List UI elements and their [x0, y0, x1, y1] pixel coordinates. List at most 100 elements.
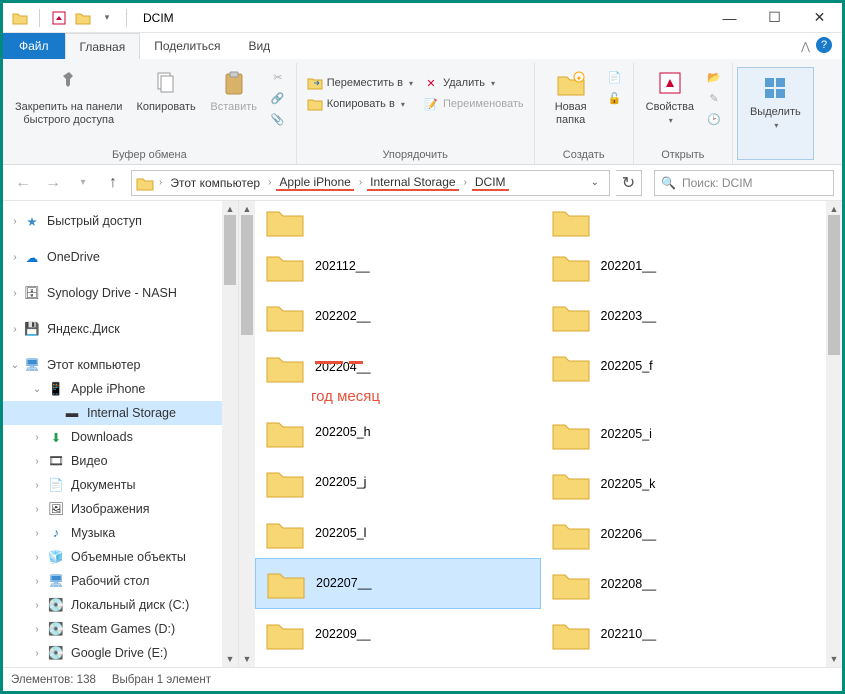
open-button[interactable]: 📂 — [702, 67, 726, 87]
collapse-ribbon-button[interactable]: ⋀ — [801, 40, 810, 53]
close-button[interactable]: ✕ — [797, 3, 842, 33]
file-tab[interactable]: Файл — [3, 33, 65, 59]
folder-item[interactable]: 202202__ — [255, 291, 541, 341]
bc-iphone[interactable]: Apple iPhone — [276, 175, 353, 191]
folder-item[interactable]: 202205_l — [255, 508, 541, 558]
folder-item[interactable]: 202208__ — [541, 559, 827, 609]
chevron-icon[interactable]: › — [265, 177, 274, 188]
folder-item-selected[interactable]: 202207__ — [255, 558, 541, 609]
chevron-icon[interactable]: › — [156, 177, 165, 188]
folder-item[interactable]: 202203__ — [541, 291, 827, 341]
refresh-button[interactable]: ↻ — [616, 170, 642, 196]
folder-item[interactable]: 202112__ — [255, 241, 541, 291]
bc-thispc[interactable]: Этот компьютер — [167, 176, 263, 190]
chevron-icon[interactable]: › — [356, 177, 365, 188]
view-tab[interactable]: Вид — [234, 33, 284, 59]
folder-item[interactable]: 202210__ — [541, 609, 827, 659]
rename-button[interactable]: 📝Переименовать — [419, 94, 528, 114]
copy-to-button[interactable]: Копировать в▾ — [303, 94, 417, 114]
sidebar-item-documents[interactable]: ›📄Документы — [3, 473, 238, 497]
move-to-button[interactable]: Переместить в▾ — [303, 73, 417, 93]
bc-dcim[interactable]: DCIM — [472, 175, 509, 191]
scrollbar-thumb[interactable] — [241, 215, 253, 335]
left-scrollbar[interactable]: ▲ ▼ — [239, 201, 255, 667]
folder-list[interactable]: 202112__ 202202__ 202204__ год месяц 202… — [255, 201, 826, 667]
storage-icon: ▬ — [63, 404, 81, 422]
delete-button[interactable]: ✕Удалить▾ — [419, 73, 528, 93]
title-text: DCIM — [143, 11, 174, 25]
minimize-button[interactable]: — — [707, 3, 752, 33]
easy-access-button[interactable]: 🔓 — [603, 88, 627, 108]
history-button[interactable]: 🕑 — [702, 109, 726, 129]
back-button[interactable]: ← — [11, 171, 35, 195]
cut-button[interactable]: ✂ — [266, 67, 290, 87]
scroll-down-icon[interactable]: ▼ — [222, 651, 238, 667]
copy-path-button[interactable]: 🔗 — [266, 88, 290, 108]
folder-small-icon[interactable] — [74, 9, 92, 27]
sidebar-item-music[interactable]: ›♪Музыка — [3, 521, 238, 545]
pin-quickaccess-button[interactable]: Закрепить на панели быстрого доступа — [9, 63, 128, 131]
folder-icon — [551, 299, 591, 333]
bc-internal[interactable]: Internal Storage — [367, 175, 458, 191]
folder-item[interactable] — [541, 209, 827, 241]
separator — [39, 9, 40, 27]
column-2: 202201__ 202203__ 202205_f 202205_i 2022… — [541, 209, 827, 659]
navigation-pane[interactable]: ›★Быстрый доступ ›☁OneDrive ›🗄Synology D… — [3, 201, 239, 667]
folder-item[interactable]: 202209__ — [255, 609, 541, 659]
folder-item[interactable] — [255, 209, 541, 241]
recent-dropdown[interactable]: ▾ — [71, 171, 95, 195]
scroll-down-icon[interactable]: ▼ — [826, 651, 842, 667]
sidebar-item-disk-c[interactable]: ›💽Локальный диск (C:) — [3, 593, 238, 617]
right-scrollbar[interactable]: ▲ ▼ — [826, 201, 842, 667]
sidebar-item-quickaccess[interactable]: ›★Быстрый доступ — [3, 209, 238, 233]
sidebar-item-iphone[interactable]: ⌄📱Apple iPhone — [3, 377, 238, 401]
folder-item[interactable]: 202204__ — [255, 341, 541, 391]
sidebar-item-pictures[interactable]: ›🖼Изображения — [3, 497, 238, 521]
sidebar-item-synology[interactable]: ›🗄Synology Drive - NASH — [3, 281, 238, 305]
scroll-down-icon[interactable]: ▼ — [239, 651, 255, 667]
new-group: ✦ Новая папка 📄 🔓 Создать — [535, 63, 634, 164]
share-tab[interactable]: Поделиться — [140, 33, 234, 59]
folder-item[interactable]: 202205_f — [541, 341, 827, 391]
scrollbar-thumb[interactable] — [828, 215, 840, 355]
properties-button[interactable]: Свойства ▾ — [640, 63, 700, 130]
folder-item[interactable]: 202206__ — [541, 509, 827, 559]
sidebar-item-desktop[interactable]: ›🖥Рабочий стол — [3, 569, 238, 593]
folder-item[interactable]: 202205_j — [255, 457, 541, 507]
sidebar-item-disk-g[interactable]: ›💽Локальный диск (G:) — [3, 665, 238, 667]
maximize-button[interactable]: ☐ — [752, 3, 797, 33]
help-button[interactable]: ? — [816, 37, 832, 53]
new-item-button[interactable]: 📄 — [603, 67, 627, 87]
sidebar-item-disk-e[interactable]: ›💽Google Drive (E:) — [3, 641, 238, 665]
sidebar-item-yandex[interactable]: ›💾Яндекс.Диск — [3, 317, 238, 341]
sidebar-item-thispc[interactable]: ⌄🖥Этот компьютер — [3, 353, 238, 377]
folder-item[interactable]: 202205_i — [541, 409, 827, 459]
paste-shortcut-button[interactable]: 📎 — [266, 109, 290, 129]
home-tab[interactable]: Главная — [65, 33, 141, 59]
copy-button[interactable]: Копировать — [130, 63, 201, 118]
sidebar-item-video[interactable]: ›🎞Видео — [3, 449, 238, 473]
new-folder-button[interactable]: ✦ Новая папка — [541, 63, 601, 131]
chevron-icon[interactable]: › — [461, 177, 470, 188]
breadcrumb-dropdown[interactable]: ⌄ — [585, 177, 605, 188]
folder-item[interactable]: 202205_h — [255, 407, 541, 457]
forward-button[interactable]: → — [41, 171, 65, 195]
select-all-button[interactable]: Выделить ▾ — [744, 68, 807, 135]
search-input[interactable]: 🔍 Поиск: DCIM — [654, 170, 834, 196]
sidebar-item-disk-d[interactable]: ›💽Steam Games (D:) — [3, 617, 238, 641]
breadcrumb[interactable]: › Этот компьютер › Apple iPhone › Intern… — [131, 170, 610, 196]
properties-icon[interactable] — [50, 9, 68, 27]
sidebar-item-3dobjects[interactable]: ›🧊Объемные объекты — [3, 545, 238, 569]
copyto-icon — [307, 96, 323, 112]
paste-button[interactable]: Вставить — [204, 63, 264, 118]
up-button[interactable]: ↑ — [101, 171, 125, 195]
qat-dropdown[interactable]: ▾ — [98, 9, 116, 27]
edit-button[interactable]: ✎ — [702, 88, 726, 108]
sidebar-item-onedrive[interactable]: ›☁OneDrive — [3, 245, 238, 269]
folder-item[interactable]: 202201__ — [541, 241, 827, 291]
sidebar-item-internal[interactable]: ▬Internal Storage — [3, 401, 238, 425]
scrollbar-thumb[interactable] — [224, 215, 236, 285]
folder-item[interactable]: 202205_k — [541, 459, 827, 509]
sidebar-scrollbar[interactable]: ▲ ▼ — [222, 201, 238, 667]
sidebar-item-downloads[interactable]: ›⬇Downloads — [3, 425, 238, 449]
